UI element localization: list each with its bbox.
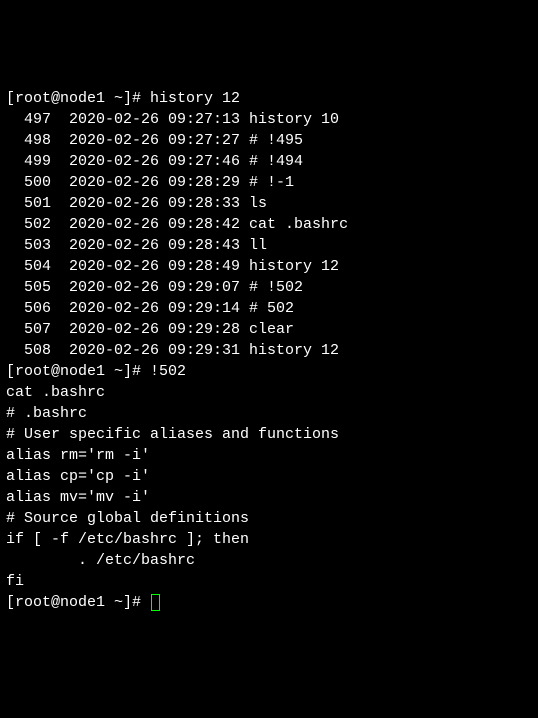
- terminal-line: fi: [6, 571, 532, 592]
- cursor-icon[interactable]: [151, 594, 160, 611]
- history-date: 2020-02-26 09:28:43: [51, 237, 240, 254]
- file-content-line: alias cp='cp -i': [6, 468, 150, 485]
- terminal-line: # User specific aliases and functions: [6, 424, 532, 445]
- history-command: # !-1: [240, 174, 294, 191]
- file-content-line: . /etc/bashrc: [6, 552, 195, 569]
- history-command: clear: [240, 321, 294, 338]
- file-content-line: # Source global definitions: [6, 510, 249, 527]
- terminal-line: 503 2020-02-26 09:28:43 ll: [6, 235, 532, 256]
- terminal-line: 506 2020-02-26 09:29:14 # 502: [6, 298, 532, 319]
- terminal-line: if [ -f /etc/bashrc ]; then: [6, 529, 532, 550]
- terminal-line: 501 2020-02-26 09:28:33 ls: [6, 193, 532, 214]
- history-number: 504: [6, 258, 51, 275]
- shell-prompt: [root@node1 ~]#: [6, 594, 150, 611]
- terminal-line: 507 2020-02-26 09:29:28 clear: [6, 319, 532, 340]
- terminal-line: 504 2020-02-26 09:28:49 history 12: [6, 256, 532, 277]
- terminal-line: [root@node1 ~]# !502: [6, 361, 532, 382]
- history-date: 2020-02-26 09:28:29: [51, 174, 240, 191]
- terminal-line: [root@node1 ~]# history 12: [6, 88, 532, 109]
- history-date: 2020-02-26 09:28:42: [51, 216, 240, 233]
- terminal-line: 497 2020-02-26 09:27:13 history 10: [6, 109, 532, 130]
- terminal-line: alias rm='rm -i': [6, 445, 532, 466]
- history-number: 499: [6, 153, 51, 170]
- history-command: # !495: [240, 132, 303, 149]
- history-number: 507: [6, 321, 51, 338]
- terminal-line: alias mv='mv -i': [6, 487, 532, 508]
- terminal-line: 502 2020-02-26 09:28:42 cat .bashrc: [6, 214, 532, 235]
- history-command: history 12: [240, 258, 339, 275]
- terminal-line: 500 2020-02-26 09:28:29 # !-1: [6, 172, 532, 193]
- history-command: # 502: [240, 300, 294, 317]
- terminal-line: # Source global definitions: [6, 508, 532, 529]
- command-input: !502: [150, 363, 186, 380]
- history-date: 2020-02-26 09:27:46: [51, 153, 240, 170]
- history-number: 500: [6, 174, 51, 191]
- terminal-line: [root@node1 ~]#: [6, 592, 532, 613]
- history-date: 2020-02-26 09:28:49: [51, 258, 240, 275]
- history-command: ll: [240, 237, 267, 254]
- history-number: 508: [6, 342, 51, 359]
- terminal-line: # .bashrc: [6, 403, 532, 424]
- command-input: history 12: [150, 90, 240, 107]
- expanded-command: cat .bashrc: [6, 384, 105, 401]
- history-command: # !494: [240, 153, 303, 170]
- history-date: 2020-02-26 09:29:14: [51, 300, 240, 317]
- history-command: ls: [240, 195, 267, 212]
- history-number: 506: [6, 300, 51, 317]
- terminal-line: 505 2020-02-26 09:29:07 # !502: [6, 277, 532, 298]
- terminal-line: cat .bashrc: [6, 382, 532, 403]
- history-date: 2020-02-26 09:29:28: [51, 321, 240, 338]
- file-content-line: alias mv='mv -i': [6, 489, 150, 506]
- terminal-line: . /etc/bashrc: [6, 550, 532, 571]
- history-date: 2020-02-26 09:27:27: [51, 132, 240, 149]
- history-command: cat .bashrc: [240, 216, 348, 233]
- file-content-line: # User specific aliases and functions: [6, 426, 339, 443]
- terminal-output[interactable]: [root@node1 ~]# history 12 497 2020-02-2…: [6, 88, 532, 613]
- history-number: 497: [6, 111, 51, 128]
- history-date: 2020-02-26 09:29:31: [51, 342, 240, 359]
- terminal-line: 498 2020-02-26 09:27:27 # !495: [6, 130, 532, 151]
- history-command: history 10: [240, 111, 339, 128]
- history-date: 2020-02-26 09:27:13: [51, 111, 240, 128]
- history-command: # !502: [240, 279, 303, 296]
- terminal-line: alias cp='cp -i': [6, 466, 532, 487]
- history-number: 502: [6, 216, 51, 233]
- file-content-line: if [ -f /etc/bashrc ]; then: [6, 531, 249, 548]
- history-date: 2020-02-26 09:28:33: [51, 195, 240, 212]
- history-date: 2020-02-26 09:29:07: [51, 279, 240, 296]
- terminal-line: 508 2020-02-26 09:29:31 history 12: [6, 340, 532, 361]
- history-number: 501: [6, 195, 51, 212]
- file-content-line: # .bashrc: [6, 405, 87, 422]
- history-number: 505: [6, 279, 51, 296]
- history-number: 498: [6, 132, 51, 149]
- history-command: history 12: [240, 342, 339, 359]
- terminal-line: 499 2020-02-26 09:27:46 # !494: [6, 151, 532, 172]
- file-content-line: alias rm='rm -i': [6, 447, 150, 464]
- file-content-line: fi: [6, 573, 24, 590]
- history-number: 503: [6, 237, 51, 254]
